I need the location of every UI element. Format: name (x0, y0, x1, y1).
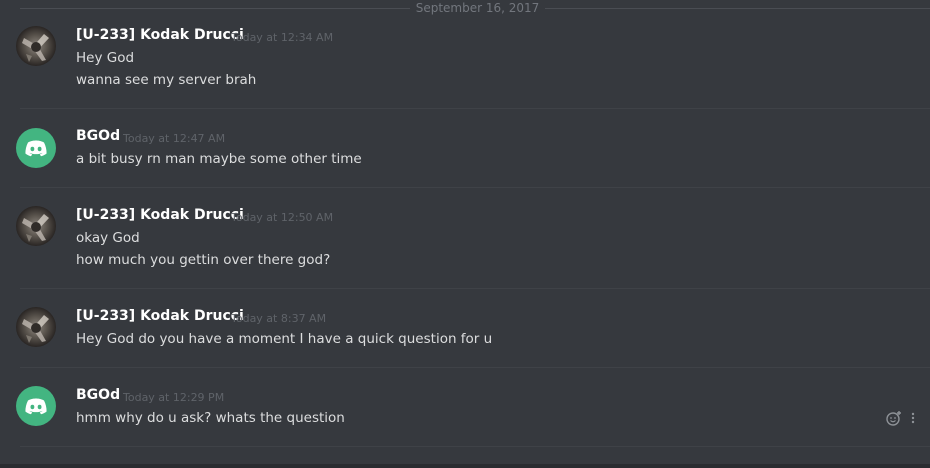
username[interactable]: BGOd (76, 387, 120, 403)
username[interactable]: BGOd (76, 128, 120, 144)
date-divider-label: September 16, 2017 (415, 1, 540, 15)
message-group-separator (20, 446, 930, 447)
more-options-icon[interactable] (910, 410, 916, 426)
kodak-avatar[interactable] (16, 206, 56, 246)
message-text: okay God (76, 230, 140, 246)
discord-logo-icon (25, 140, 47, 157)
bottom-edge (0, 464, 930, 468)
message-hover-actions (886, 409, 916, 427)
message-text: how much you gettin over there god? (76, 252, 331, 268)
message-group: [U-233] Kodak Drucci Today at 12:34 AM H… (0, 18, 930, 109)
username[interactable]: [U-233] Kodak Drucci (76, 308, 244, 324)
message-timestamp: Today at 12:34 AM (231, 31, 334, 44)
message-text: hmm why do u ask? whats the question (76, 410, 345, 426)
message-text: Hey God (76, 50, 135, 66)
message-timestamp: Today at 8:37 AM (231, 312, 327, 325)
kodak-avatar[interactable] (16, 26, 56, 66)
message-text: Hey God do you have a moment I have a qu… (76, 331, 493, 347)
discord-default-avatar[interactable] (16, 386, 56, 426)
message-group: [U-233] Kodak Drucci Today at 8:37 AM He… (0, 289, 930, 368)
message-group: BGOd Today at 12:47 AM a bit busy rn man… (0, 109, 930, 188)
discord-logo-icon (25, 398, 47, 415)
message-timestamp: Today at 12:50 AM (231, 211, 334, 224)
message-text: wanna see my server brah (76, 72, 257, 88)
divider-line-right (545, 8, 930, 9)
username[interactable]: [U-233] Kodak Drucci (76, 27, 244, 43)
message-timestamp: Today at 12:29 PM (123, 391, 225, 404)
message-group: [U-233] Kodak Drucci Today at 12:50 AM o… (0, 188, 930, 289)
discord-default-avatar[interactable] (16, 128, 56, 168)
username[interactable]: [U-233] Kodak Drucci (76, 207, 244, 223)
message-text: a bit busy rn man maybe some other time (76, 151, 362, 167)
add-reaction-icon[interactable] (886, 410, 902, 426)
message-group: BGOd Today at 12:29 PM hmm why do u ask?… (0, 368, 930, 447)
kodak-avatar[interactable] (16, 307, 56, 347)
message-timestamp: Today at 12:47 AM (123, 132, 226, 145)
chat-messages: September 16, 2017 [U-233] Kodak Drucci … (0, 0, 930, 468)
divider-line-left (20, 8, 410, 9)
date-divider: September 16, 2017 (0, 0, 930, 18)
